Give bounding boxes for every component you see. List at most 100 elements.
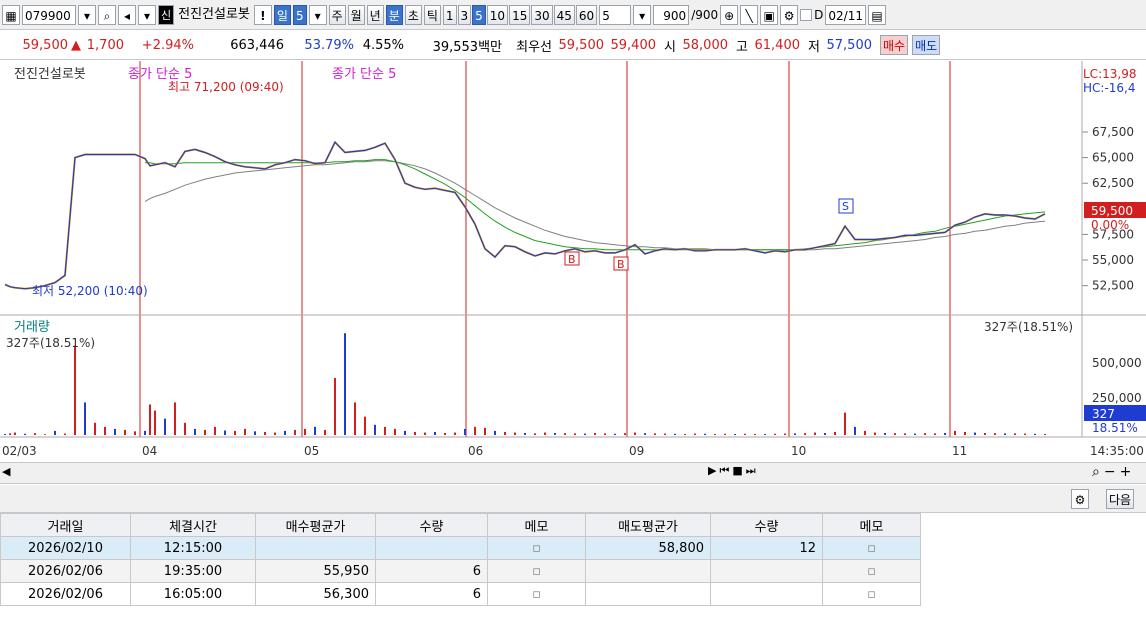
volume-bar [149, 404, 151, 435]
trade-amount: 39,553백만 [432, 39, 502, 55]
chart-scrollbar[interactable]: ◀ ▶⏮■⏭ ⌕−+ [0, 462, 1146, 484]
interval-10[interactable]: 10 [486, 4, 509, 25]
chevron-down-icon[interactable]: ▾ [138, 4, 156, 25]
period-year-tab[interactable]: 년 [366, 4, 384, 25]
custom-interval-input[interactable]: 5 [599, 4, 632, 25]
memo-icon[interactable]: ▫ [822, 536, 921, 560]
x-tick-label: 09 [629, 444, 644, 458]
interval-3[interactable]: 3 [457, 4, 472, 25]
period-month-tab[interactable]: 월 [347, 4, 365, 25]
save-icon[interactable]: ▣ [760, 4, 779, 25]
scroll-left-icon[interactable]: ◀ [2, 465, 10, 478]
table-cell [710, 559, 823, 583]
d-checkbox[interactable] [800, 8, 813, 21]
volume-bar [704, 433, 706, 435]
table-row[interactable]: 2026/02/06 16:05:00 56,300 6 ▫ ▫ [0, 582, 921, 606]
count-total: /900 [691, 7, 719, 22]
volume-bar [214, 426, 216, 435]
chevron-down-icon[interactable]: ▾ [308, 4, 327, 25]
volume-bar [554, 432, 556, 435]
volume-value: 663,446 [230, 37, 284, 53]
memo-icon[interactable]: ▫ [822, 582, 921, 606]
sell-button[interactable]: 매도 [912, 35, 941, 55]
gear-icon[interactable]: ⚙ [1071, 489, 1089, 509]
volume-bar [1034, 433, 1036, 435]
volume-bar [1004, 433, 1006, 435]
memo-icon[interactable]: ▫ [487, 559, 586, 583]
table-cell [585, 559, 711, 583]
table-row[interactable]: 2026/02/10 12:15:00 ▫ 58,800 12 ▫ [0, 536, 921, 560]
crosshair-icon[interactable]: ⊕ [720, 4, 739, 25]
speaker-icon[interactable]: ◂ [118, 4, 136, 25]
volume-bar [764, 433, 766, 435]
count-input[interactable]: 900 [653, 4, 690, 25]
stock-code-input[interactable]: 079900 [22, 4, 76, 25]
volume-bar [34, 433, 36, 435]
best-quote-label: 최우선 [516, 39, 552, 55]
volume-bar [744, 433, 746, 435]
table-cell: 6 [375, 559, 488, 583]
zoom-controls[interactable]: ⌕−+ [1092, 464, 1135, 480]
low-price: 57,500 [826, 37, 873, 53]
column-header[interactable]: 매도평균가 [585, 513, 711, 537]
period-day-tab[interactable]: 일 [273, 4, 291, 25]
column-header[interactable]: 수량 [375, 513, 488, 537]
column-header[interactable]: 메모 [822, 513, 921, 537]
high-label: 고 [736, 39, 748, 55]
next-button[interactable]: 다음 [1106, 489, 1135, 509]
buy-marker-label: B [617, 258, 625, 271]
y-tick-label: 65,000 [1092, 151, 1134, 165]
high-price: 61,400 [754, 37, 801, 53]
interval-30[interactable]: 30 [531, 4, 553, 25]
period-minute-tab[interactable]: 분 [385, 4, 403, 25]
memo-icon[interactable]: ▫ [487, 536, 586, 560]
interval-1[interactable]: 1 [442, 4, 457, 25]
table-row[interactable]: 2026/02/06 19:35:00 55,950 6 ▫ ▫ [0, 559, 921, 583]
gear-icon[interactable]: ⚙ [780, 4, 799, 25]
grid-icon[interactable]: ▦ [2, 4, 20, 25]
column-header[interactable]: 매수평균가 [255, 513, 376, 537]
chevron-down-icon[interactable]: ▾ [78, 4, 96, 25]
volume-bar [584, 433, 586, 435]
volume-bar [224, 430, 226, 435]
table-cell: 2026/02/10 [0, 536, 131, 560]
interval-60[interactable]: 60 [575, 4, 598, 25]
volume-bar [124, 429, 126, 435]
volume-bar [4, 433, 6, 435]
volume-bar [654, 433, 656, 435]
trend-icon[interactable]: ╲ [740, 4, 759, 25]
interval-45[interactable]: 45 [553, 4, 575, 25]
volume-bar [574, 433, 576, 435]
column-header[interactable]: 메모 [487, 513, 586, 537]
period-tick-tab[interactable]: 틱 [423, 4, 441, 25]
buy-button[interactable]: 매수 [880, 35, 909, 55]
alert-button[interactable]: ! [253, 4, 272, 25]
volume-bar [374, 424, 376, 435]
interval-15[interactable]: 15 [509, 4, 531, 25]
period-day-count[interactable]: 5 [292, 4, 307, 25]
search-icon[interactable]: ⌕ [98, 4, 116, 25]
date-input[interactable]: 02/11 [825, 4, 866, 25]
sell-marker-label: S [842, 200, 849, 213]
stock-name[interactable]: 전진건설로봇 [176, 5, 252, 25]
period-week-tab[interactable]: 주 [328, 4, 346, 25]
playback-controls[interactable]: ▶⏮■⏭ [708, 464, 759, 478]
volume-last-label: 327주(18.51%) [6, 336, 95, 350]
volume-bar [944, 432, 946, 435]
volume-bar [834, 431, 836, 435]
column-header[interactable]: 체결시간 [130, 513, 256, 537]
volume-bar [274, 432, 276, 435]
calendar-icon[interactable]: ▤ [867, 4, 886, 25]
chevron-down-icon[interactable]: ▾ [633, 4, 652, 25]
column-header[interactable]: 거래일 [0, 513, 131, 537]
volume-bar [194, 428, 196, 435]
x-time-end: 14:35:00 [1090, 444, 1144, 458]
interval-5[interactable]: 5 [472, 4, 486, 25]
price-chart[interactable]: B BS 67,50065,00062,50057,50055,00052,500… [0, 61, 1146, 462]
period-second-tab[interactable]: 초 [404, 4, 422, 25]
memo-icon[interactable]: ▫ [487, 582, 586, 606]
column-header[interactable]: 수량 [710, 513, 823, 537]
memo-icon[interactable]: ▫ [822, 559, 921, 583]
volume-bar [524, 432, 526, 435]
volume-bar [1024, 433, 1026, 435]
